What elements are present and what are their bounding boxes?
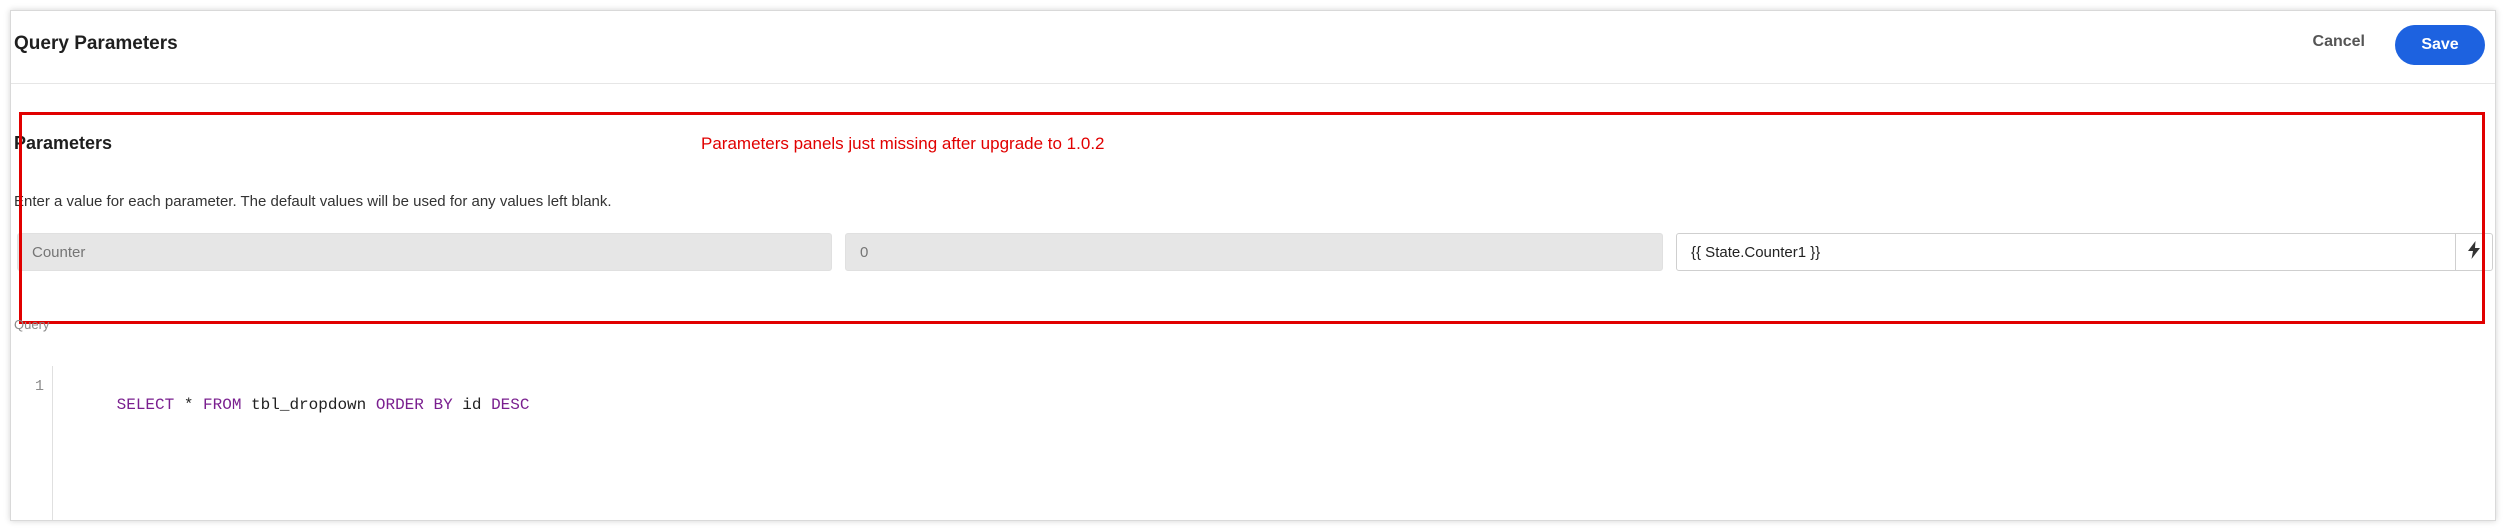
page-title: Query Parameters [14, 33, 178, 54]
query-editor[interactable]: 1 SELECT * FROM tbl_dropdown ORDER BY id… [14, 366, 2495, 520]
sql-keyword: SELECT [116, 396, 175, 414]
query-parameters-dialog: Query Parameters Cancel Save Parameters … [10, 10, 2496, 521]
code-line: SELECT * FROM tbl_dropdown ORDER BY id D… [59, 378, 530, 432]
line-number: 1 [34, 378, 44, 395]
sql-keyword: DESC [491, 396, 530, 414]
sql-token: * [174, 396, 204, 414]
annotation-highlight-box [19, 112, 2485, 324]
cancel-button[interactable]: Cancel [2313, 33, 2365, 51]
save-button[interactable]: Save [2395, 25, 2485, 65]
sql-token: tbl_dropdown [241, 396, 376, 414]
query-label: Query [14, 317, 50, 332]
editor-gutter: 1 [14, 366, 53, 520]
sql-keyword: ORDER BY [375, 396, 453, 414]
dialog-header: Query Parameters Cancel Save [11, 11, 2495, 84]
sql-keyword: FROM [203, 396, 242, 414]
sql-token: id [452, 396, 492, 414]
